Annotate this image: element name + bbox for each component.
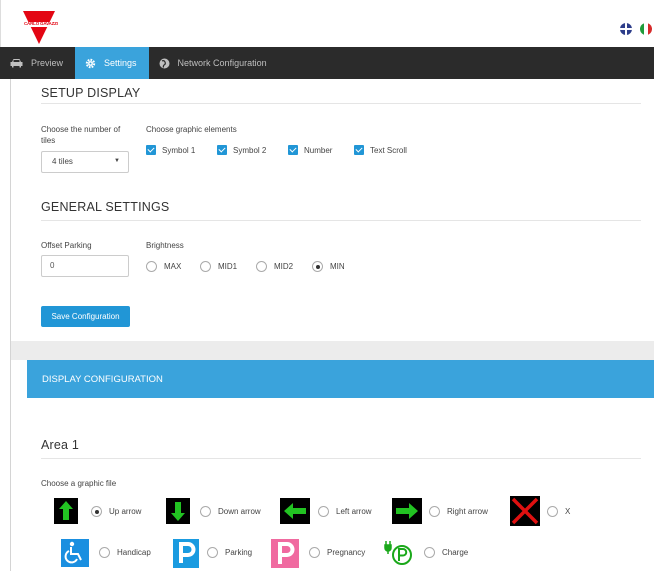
area-title: Area 1 [41,438,80,452]
radio-icon [318,506,329,517]
radio-right-arrow[interactable]: Right arrow [429,506,488,517]
display-configuration-header: DISPLAY CONFIGURATION [27,360,654,398]
checked-icon [146,145,156,155]
caret-down-icon: ▼ [114,158,120,164]
right-arrow-icon [392,498,422,524]
radio-label: X [565,507,571,516]
brightness-label: Brightness [146,241,184,250]
radio-icon [309,547,320,558]
tab-preview-label: Preview [31,58,64,68]
globe-icon [159,58,170,68]
radio-parking[interactable]: Parking [207,547,252,558]
sidebar-divider [10,79,11,571]
tab-settings[interactable]: Settings [75,47,149,79]
radio-pregnancy[interactable]: Pregnancy [309,547,365,558]
radio-icon [207,547,218,558]
tab-network-configuration[interactable]: Network Configuration [149,47,279,79]
checkbox-label: Symbol 1 [162,145,196,155]
checked-icon [217,145,227,155]
radio-label: MID1 [218,262,238,271]
english-flag-icon[interactable] [620,23,632,35]
radio-min[interactable]: MIN [312,261,345,272]
tab-preview[interactable]: Preview [0,47,75,79]
radio-label: Up arrow [109,507,142,516]
tiles-select-value: 4 tiles [52,157,73,166]
x-icon [510,496,540,526]
car-icon [10,59,23,68]
radio-label: MIN [330,262,345,271]
radio-label: Charge [442,548,469,557]
checkbox-symbol-1[interactable]: Symbol 1 [146,145,195,155]
checkbox-number[interactable]: Number [288,145,332,155]
divider [41,458,641,459]
radio-label: Pregnancy [327,548,366,557]
radio-icon [200,261,211,272]
tab-network-label: Network Configuration [177,58,267,68]
graphic-elements-label: Choose graphic elements [146,125,237,134]
handicap-icon [61,539,89,567]
radio-icon [256,261,267,272]
divider [41,103,641,104]
radio-icon [547,506,558,517]
checkbox-label: Number [304,145,333,155]
radio-label: Right arrow [447,507,488,516]
radio-label: Left arrow [336,507,372,516]
radio-icon [146,261,157,272]
charge-icon [383,539,415,567]
pregnancy-parking-icon [271,539,299,568]
top-bar: CARLO GAVAZZI [0,0,654,47]
radio-icon [99,547,110,558]
italian-flag-icon[interactable] [640,23,652,35]
parking-icon [173,539,199,568]
tiles-select[interactable]: 4 tiles ▼ [41,151,129,173]
checkbox-text-scroll[interactable]: Text Scroll [354,145,407,155]
general-settings-title: GENERAL SETTINGS [41,200,170,214]
radio-up-arrow[interactable]: Up arrow [91,506,141,517]
display-configuration-panel [27,398,654,571]
offset-parking-label: Offset Parking [41,241,92,250]
checkbox-label: Text Scroll [370,145,407,155]
up-arrow-icon [54,498,78,524]
radio-left-arrow[interactable]: Left arrow [318,506,372,517]
radio-label: Down arrow [218,507,261,516]
checked-icon [354,145,364,155]
radio-label: MAX [164,262,182,271]
down-arrow-icon [166,498,190,524]
radio-icon [424,547,435,558]
checkbox-symbol-2[interactable]: Symbol 2 [217,145,266,155]
save-configuration-button[interactable]: Save Configuration [41,306,130,327]
radio-selected-icon [312,261,323,272]
radio-mid2[interactable]: MID2 [256,261,293,272]
carlo-gavazzi-logo: CARLO GAVAZZI [23,11,58,44]
checked-icon [288,145,298,155]
radio-label: Handicap [117,548,151,557]
tiles-label: Choose the number of tiles [41,125,121,145]
radio-charge[interactable]: Charge [424,547,468,558]
radio-icon [200,506,211,517]
radio-down-arrow[interactable]: Down arrow [200,506,261,517]
left-arrow-icon [280,498,310,524]
checkbox-label: Symbol 2 [233,145,267,155]
radio-label: Parking [225,548,253,557]
radio-max[interactable]: MAX [146,261,181,272]
setup-display-title: SETUP DISPLAY [41,86,141,100]
gear-icon [85,58,96,68]
radio-mid1[interactable]: MID1 [200,261,237,272]
radio-selected-icon [91,506,102,517]
panel-separator [11,341,654,360]
offset-parking-value: 0 [50,261,55,270]
radio-x[interactable]: X [547,506,570,517]
tab-settings-label: Settings [104,58,137,68]
offset-parking-input[interactable]: 0 [41,255,129,277]
radio-icon [429,506,440,517]
graphic-file-label: Choose a graphic file [41,479,117,488]
radio-label: MID2 [274,262,294,271]
radio-handicap[interactable]: Handicap [99,547,151,558]
divider [41,220,641,221]
main-navbar: Preview Settings Network Configuration [0,47,654,79]
